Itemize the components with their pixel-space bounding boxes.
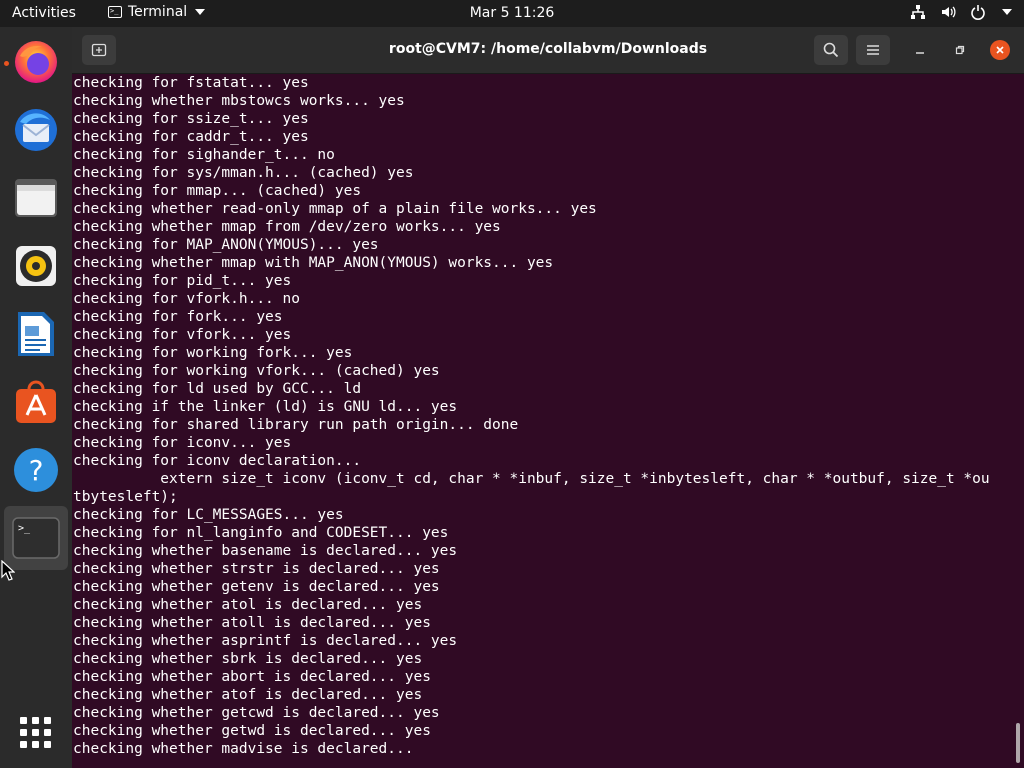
restore-icon — [955, 45, 965, 55]
terminal-line: checking whether getcwd is declared... y… — [73, 705, 440, 721]
terminal-line: checking for nl_langinfo and CODESET... … — [73, 525, 449, 541]
terminal-line: checking whether basename is declared...… — [73, 543, 458, 559]
terminal-line: checking whether abort is declared... ye… — [73, 669, 431, 685]
terminal-line: checking whether atol is declared... yes — [73, 597, 423, 613]
search-button[interactable] — [814, 35, 848, 65]
dock-firefox[interactable] — [4, 30, 68, 94]
close-icon — [996, 46, 1004, 54]
terminal-line: extern size_t iconv (iconv_t cd, char * … — [73, 471, 990, 487]
terminal-line: checking for ld used by GCC... ld — [73, 381, 362, 397]
folder-icon — [15, 179, 57, 217]
terminal-window: root@CVM7: /home/collabvm/Downloads chec… — [72, 27, 1024, 768]
system-tray[interactable] — [910, 4, 1012, 20]
show-applications-button[interactable] — [20, 717, 52, 749]
dock-rhythmbox[interactable] — [4, 234, 68, 298]
terminal-line: checking whether strstr is declared... y… — [73, 561, 440, 577]
app-menu[interactable]: >_ Terminal — [108, 4, 206, 20]
document-icon — [18, 312, 54, 356]
terminal-line: checking whether getwd is declared... ye… — [73, 723, 431, 739]
terminal-icon: >_ — [12, 517, 60, 559]
terminal-line: tbytesleft); — [73, 489, 178, 505]
terminal-line: checking whether mmap from /dev/zero wor… — [73, 219, 501, 235]
dock: ? >_ — [0, 27, 72, 768]
network-icon[interactable] — [910, 4, 926, 20]
thunderbird-icon — [15, 109, 57, 151]
title-bar[interactable]: root@CVM7: /home/collabvm/Downloads — [72, 27, 1024, 74]
volume-icon[interactable] — [940, 4, 956, 20]
terminal-line: checking for working fork... yes — [73, 345, 353, 361]
help-icon: ? — [14, 448, 58, 492]
minimize-icon — [916, 52, 924, 54]
close-button[interactable] — [990, 40, 1010, 60]
chevron-down-icon[interactable] — [1002, 9, 1012, 15]
chevron-down-icon — [195, 9, 206, 15]
terminal-line: checking whether atoll is declared... ye… — [73, 615, 431, 631]
scrollbar[interactable] — [1016, 723, 1020, 763]
activities-button[interactable]: Activities — [12, 5, 76, 21]
dock-writer[interactable] — [4, 302, 68, 366]
terminal-line: checking whether sbrk is declared... yes — [73, 651, 423, 667]
terminal-line: checking whether mbstowcs works... yes — [73, 93, 405, 109]
speaker-icon — [16, 246, 56, 286]
terminal-line: checking for mmap... (cached) yes — [73, 183, 362, 199]
svg-text:?: ? — [29, 454, 44, 487]
terminal-line: checking for iconv declaration... — [73, 453, 362, 469]
firefox-icon — [15, 41, 57, 83]
dock-thunderbird[interactable] — [4, 98, 68, 162]
terminal-line: checking for vfork.h... no — [73, 291, 300, 307]
dock-files[interactable] — [4, 166, 68, 230]
terminal-line: checking for sys/mman.h... (cached) yes — [73, 165, 414, 181]
software-store-icon — [16, 380, 56, 423]
terminal-line: checking for shared library run path ori… — [73, 417, 519, 433]
clock[interactable]: Mar 5 11:26 — [470, 5, 555, 21]
hamburger-menu-icon — [867, 45, 879, 55]
app-menu-label: Terminal — [128, 4, 188, 20]
terminal-line: checking for LC_MESSAGES... yes — [73, 507, 344, 523]
terminal-line: checking whether getenv is declared... y… — [73, 579, 440, 595]
terminal-line: checking if the linker (ld) is GNU ld...… — [73, 399, 458, 415]
terminal-line: checking for iconv... yes — [73, 435, 292, 451]
terminal-line: checking for ssize_t... yes — [73, 111, 309, 127]
minimize-button[interactable] — [910, 40, 930, 60]
terminal-line: checking for caddr_t... yes — [73, 129, 309, 145]
svg-text:>_: >_ — [18, 523, 31, 534]
terminal-line: checking whether madvise is declared... — [73, 741, 414, 757]
terminal-line: checking for sighander_t... no — [73, 147, 335, 163]
search-icon — [823, 42, 839, 58]
terminal-line: checking for vfork... yes — [73, 327, 292, 343]
terminal-line: checking for fstatat... yes — [73, 75, 309, 91]
terminal-line: checking whether mmap with MAP_ANON(YMOU… — [73, 255, 554, 271]
top-bar: Activities >_ Terminal Mar 5 11:26 — [0, 0, 1024, 27]
terminal-output[interactable]: checking for fstatat... yes checking whet… — [72, 74, 1012, 768]
terminal-line: checking for working vfork... (cached) y… — [73, 363, 440, 379]
terminal-line: checking for MAP_ANON(YMOUS)... yes — [73, 237, 379, 253]
mouse-pointer-icon — [1, 560, 15, 581]
power-icon[interactable] — [970, 4, 986, 20]
menu-button[interactable] — [856, 35, 890, 65]
terminal-line: checking whether atof is declared... yes — [73, 687, 423, 703]
maximize-button[interactable] — [950, 40, 970, 60]
dock-ubuntu-software[interactable] — [4, 370, 68, 434]
terminal-line: checking whether read-only mmap of a pla… — [73, 201, 597, 217]
terminal-line: checking whether asprintf is declared...… — [73, 633, 458, 649]
dock-help[interactable]: ? — [4, 438, 68, 502]
terminal-line: checking for pid_t... yes — [73, 273, 292, 289]
terminal-icon: >_ — [108, 6, 122, 18]
terminal-line: checking for fork... yes — [73, 309, 283, 325]
